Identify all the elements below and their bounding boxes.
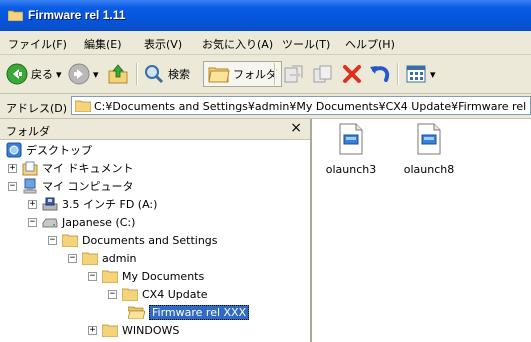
undo-icon [370,66,390,82]
folders-button[interactable]: フォルダ [203,61,282,87]
undo-button[interactable] [369,62,391,86]
folder-icon [62,234,78,247]
copy-to-icon [313,65,332,83]
tree-item-label: Documents and Settings [82,233,218,247]
forward-arrow-icon [68,63,90,85]
file-name: olaunch3 [325,163,377,176]
menu-tools[interactable]: ツール(T) [282,36,330,52]
search-button[interactable]: 検索 [143,62,190,86]
expand-icon[interactable]: + [8,163,17,173]
folders-label: フォルダ [233,68,277,81]
tree-item-windows[interactable]: + WINDOWS [88,321,179,339]
views-dropdown-icon[interactable]: ▾ [430,68,436,81]
back-label: 戻る [31,68,53,81]
back-dropdown-icon[interactable]: ▾ [56,68,62,81]
collapse-icon[interactable]: − [8,181,17,191]
tree-item-label: WINDOWS [122,323,180,337]
move-to-button[interactable] [282,62,304,86]
back-button[interactable]: 戻る ▾ [6,62,62,86]
delete-icon [343,65,361,83]
tree-item-label: Japanese (C:) [62,215,136,229]
collapse-icon[interactable]: − [88,271,97,281]
my-documents-icon [22,161,38,176]
toolbar-separator [397,63,399,85]
folder-icon [82,252,98,265]
folders-pane-title: フォルダ [6,125,50,138]
tree-item-label: admin [102,251,137,265]
toolbar-separator [274,63,276,85]
tree-item-desktop[interactable]: デスクトップ [6,141,92,159]
expand-icon[interactable]: + [88,325,97,335]
open-folder-icon [128,306,145,319]
tree-item-my-computer[interactable]: − マイ コンピュータ [8,177,134,195]
hard-drive-icon [42,218,58,228]
views-icon [406,65,426,83]
search-label: 検索 [168,68,190,81]
tree-item-label: My Documents [122,269,205,283]
toolbar: 戻る ▾ ▾ 検索 フォルダ ▾ [0,55,531,94]
views-button[interactable]: ▾ [405,62,436,86]
title-bar[interactable]: Firmware rel 1.11 [0,0,531,31]
folder-icon [102,270,118,283]
tree-item-label: マイ コンピュータ [42,180,134,193]
tree-item-documents-and-settings[interactable]: − Documents and Settings [48,231,218,249]
desktop-icon [6,142,22,158]
tree-item-label: マイ ドキュメント [42,162,134,175]
file-list-pane: olaunch3 olaunch8 [312,119,531,342]
search-icon [145,65,164,84]
folders-icon [208,67,230,83]
menu-help[interactable]: ヘルプ(H) [345,36,395,52]
tree-item-floppy-drive[interactable]: + 3.5 インチ FD (A:) [28,195,157,213]
tree-item-label: デスクトップ [26,144,92,157]
collapse-icon[interactable]: − [108,289,117,299]
tree-item-japanese-c[interactable]: − Japanese (C:) [28,213,135,231]
expand-icon[interactable]: + [28,199,37,209]
file-name: olaunch8 [403,163,455,176]
address-value: C:¥Documents and Settings¥admin¥My Docum… [94,100,531,113]
menu-file[interactable]: ファイル(F) [8,36,67,52]
forward-button[interactable]: ▾ [68,62,99,86]
copy-to-button[interactable] [312,62,334,86]
collapse-icon[interactable]: − [68,253,77,263]
back-arrow-icon [6,63,28,85]
tree-item-cx4-update[interactable]: − CX4 Update [108,285,208,303]
my-computer-icon [23,178,37,194]
up-folder-icon [108,64,128,84]
tree-item-label: Firmware rel XXX [149,304,250,320]
close-icon[interactable]: × [290,120,302,136]
address-input[interactable]: C:¥Documents and Settings¥admin¥My Docum… [71,96,531,115]
folder-icon [102,324,118,337]
file-item[interactable]: olaunch8 [394,123,464,176]
folder-icon [75,100,91,112]
tree-item-label: CX4 Update [142,287,208,301]
folder-icon [122,288,138,301]
menu-edit[interactable]: 編集(E) [84,36,122,52]
folder-icon [8,10,23,21]
file-icon [417,123,441,155]
tree-item-my-documents[interactable]: + マイ ドキュメント [8,159,134,177]
file-icon [339,123,363,155]
file-item[interactable]: olaunch3 [316,123,386,176]
folders-pane-header: フォルダ × [0,119,310,140]
folders-pane: フォルダ × デスクトップ + マイ ドキュメント − マイ コンピュータ + [0,119,312,342]
address-bar: アドレス(D) C:¥Documents and Settings¥admin¥… [0,94,531,119]
move-to-icon [284,65,303,83]
tree-item-my-documents-folder[interactable]: − My Documents [88,267,204,285]
tree-item-label: 3.5 インチ FD (A:) [62,198,158,211]
floppy-drive-icon [42,197,58,211]
delete-button[interactable] [341,62,363,86]
tree-item-firmware-selected[interactable]: Firmware rel XXX [128,303,250,321]
menu-bar: ファイル(F) 編集(E) 表示(V) お気に入り(A) ツール(T) ヘルプ(… [0,31,531,55]
collapse-icon[interactable]: − [28,217,37,227]
toolbar-separator [136,63,138,85]
forward-dropdown-icon[interactable]: ▾ [93,68,99,81]
tree-item-admin[interactable]: − admin [68,249,136,267]
menu-view[interactable]: 表示(V) [144,36,182,52]
menu-favorites[interactable]: お気に入り(A) [202,36,273,52]
collapse-icon[interactable]: − [48,235,57,245]
address-label: アドレス(D) [6,102,68,115]
window-title: Firmware rel 1.11 [28,8,126,22]
up-folder-button[interactable] [107,62,129,86]
